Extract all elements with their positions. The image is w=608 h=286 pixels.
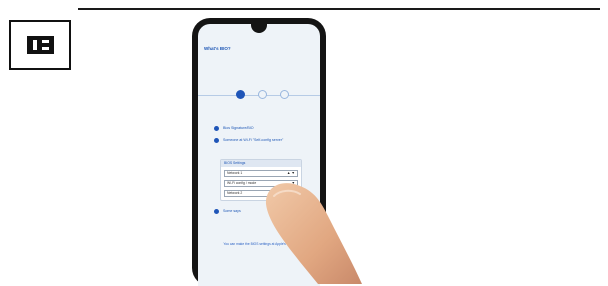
radio-selected-icon[interactable]	[214, 138, 219, 143]
option-label: Bios Signature/BIO	[223, 126, 254, 130]
phone-notch	[251, 24, 267, 33]
settings-panel: BIOS Settings Network 1 ▲ ▼ Wi-Fi config…	[220, 159, 302, 201]
settings-field[interactable]: Wi-Fi config / mode ▼	[224, 180, 298, 187]
radio-selected-icon[interactable]	[214, 209, 219, 214]
settings-field[interactable]: Network 1 ▲ ▼	[224, 170, 298, 177]
field-label: Wi-Fi config / mode	[227, 181, 257, 185]
stepper-arrows-icon[interactable]: ▲ ▼	[285, 171, 295, 176]
option-label: Someone at Wi-Fi "Self-config server"	[223, 138, 284, 142]
screen-title: What's BIO?	[204, 46, 231, 51]
dropdown-arrow-icon[interactable]: ▼	[289, 181, 295, 186]
settings-panel-heading: BIOS Settings	[221, 160, 301, 167]
field-label: Network 2	[227, 191, 243, 195]
field-label: Network 1	[227, 171, 243, 175]
smartphone: What's BIO? Bios Signature/BIO Someone a…	[192, 18, 326, 286]
step-marker-icon	[27, 36, 54, 54]
footer-link[interactable]: You can make the BIOS settings at Apple'…	[198, 242, 320, 246]
radio-selected-icon[interactable]	[214, 126, 219, 131]
settings-field[interactable]: Network 2	[224, 190, 298, 197]
step-indicator[interactable]	[258, 90, 267, 99]
step-marker	[9, 20, 71, 70]
phone-screen: What's BIO? Bios Signature/BIO Someone a…	[198, 24, 320, 286]
option-label: Some says	[223, 209, 241, 213]
top-divider	[78, 8, 600, 10]
step-indicator[interactable]	[280, 90, 289, 99]
step-indicator-active[interactable]	[236, 90, 245, 99]
